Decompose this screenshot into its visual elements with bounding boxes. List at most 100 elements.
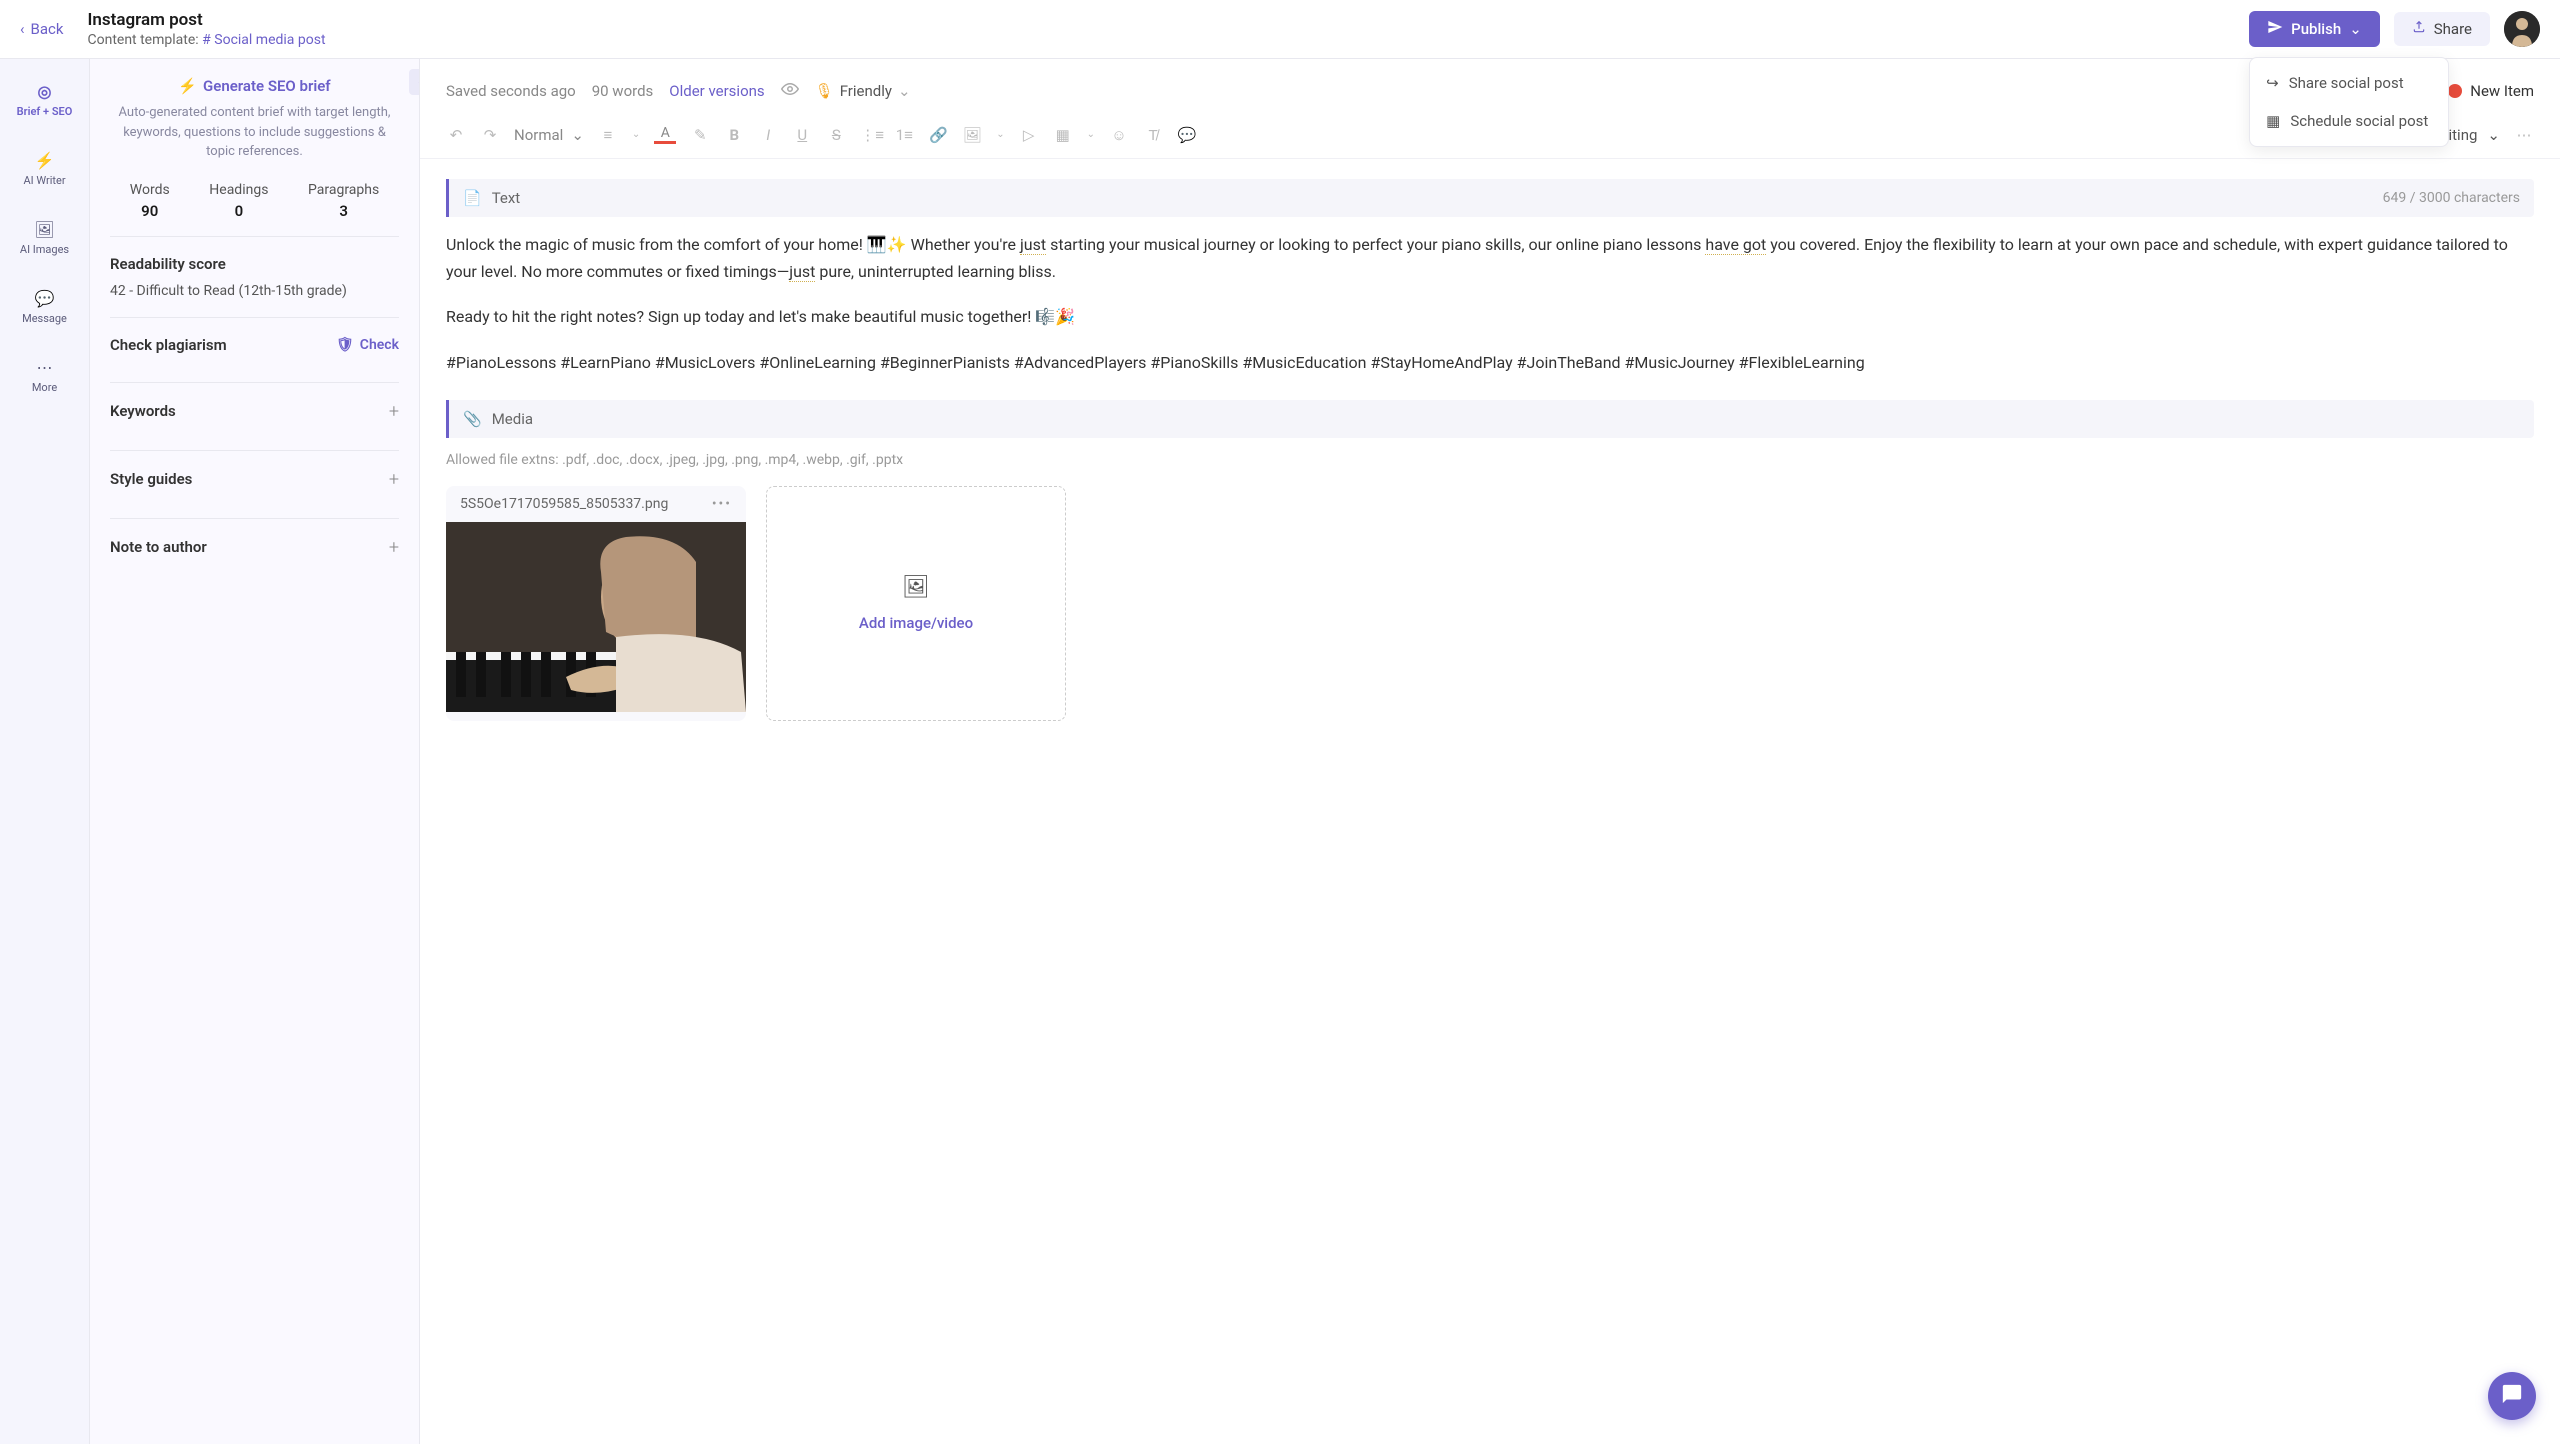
chevron-down-icon: ⌄ <box>2349 20 2362 38</box>
stats-row: Words 90 Headings 0 Paragraphs 3 <box>110 182 399 220</box>
media-filename: 5S5Oe1717059585_8505337.png <box>460 496 668 512</box>
plagiarism-label: Check plagiarism <box>110 336 227 354</box>
image-button[interactable]: 🖼 <box>962 126 982 144</box>
publish-label: Publish <box>2291 20 2341 38</box>
image-icon: 🖼 <box>902 575 930 600</box>
note-author-label: Note to author <box>110 538 207 556</box>
image-icon: 🖼 <box>35 219 55 239</box>
clear-format-button[interactable]: T̸ <box>1143 126 1163 144</box>
note-author-section: Note to author + <box>110 518 399 586</box>
template-link[interactable]: # Social media post <box>202 32 325 48</box>
share-label: Share <box>2434 20 2472 38</box>
page-title: Instagram post <box>87 10 2249 30</box>
rail-ai-images[interactable]: 🖼 AI Images <box>14 213 75 262</box>
title-block: Instagram post Content template: # Socia… <box>87 10 2249 48</box>
chat-widget-button[interactable] <box>2488 1372 2536 1420</box>
status-dot-icon <box>2448 84 2462 98</box>
left-rail: ◎ Brief + SEO ⚡ AI Writer 🖼 AI Images 💬 … <box>0 59 90 1444</box>
readability-section: Readability score 42 - Difficult to Read… <box>110 236 399 317</box>
undo-button[interactable]: ↶ <box>446 126 466 144</box>
chevron-down-icon: ⌄ <box>898 82 911 100</box>
rail-more[interactable]: ⋯ More <box>26 351 63 400</box>
preview-button[interactable] <box>781 80 799 102</box>
older-versions-link[interactable]: Older versions <box>669 82 764 100</box>
bullet-list-button[interactable]: ⋮≡ <box>860 126 880 144</box>
tone-select[interactable]: 🎙 Friendly ⌄ <box>815 82 911 100</box>
font-color-button[interactable]: A <box>654 125 676 144</box>
add-note-button[interactable]: + <box>389 537 399 558</box>
text-body[interactable]: Unlock the magic of music from the comfo… <box>446 231 2534 376</box>
align-button[interactable]: ≡ <box>598 126 618 144</box>
template-label: Content template: <box>87 32 198 48</box>
target-icon: ◎ <box>35 81 55 101</box>
style-guides-label: Style guides <box>110 470 192 488</box>
media-options-button[interactable]: ••• <box>712 496 732 512</box>
avatar[interactable] <box>2504 11 2540 47</box>
bolt-icon: ⚡ <box>178 77 197 95</box>
underline-button[interactable]: U <box>792 126 812 144</box>
media-thumbnail[interactable] <box>446 522 746 712</box>
schedule-social-post-item[interactable]: ▦ Schedule social post <box>2250 102 2448 140</box>
paragraph-1: Unlock the magic of music from the comfo… <box>446 231 2534 285</box>
share-arrow-icon: ↪ <box>2266 74 2279 92</box>
paragraph-2: Ready to hit the right notes? Sign up to… <box>446 303 2534 330</box>
publish-button[interactable]: Publish ⌄ <box>2249 11 2380 47</box>
strikethrough-button[interactable]: S <box>826 126 846 144</box>
text-block-header: 📄 Text 649 / 3000 characters <box>446 179 2534 217</box>
media-card: 5S5Oe1717059585_8505337.png ••• <box>446 486 746 721</box>
allowed-extensions: Allowed file extns: .pdf, .doc, .docx, .… <box>446 452 2534 468</box>
chevron-left-icon: ‹ <box>418 75 420 89</box>
style-guides-section: Style guides + <box>110 450 399 518</box>
add-keyword-button[interactable]: + <box>389 401 399 422</box>
more-toolbar-button[interactable]: ⋯ <box>2514 126 2534 144</box>
format-select[interactable]: Normal ⌄ <box>514 126 584 144</box>
word-count: 90 words <box>592 82 654 100</box>
check-plagiarism-button[interactable]: 🛡 Check <box>336 337 399 353</box>
comment-button[interactable]: 💬 <box>1177 126 1197 144</box>
bold-button[interactable]: B <box>724 126 744 144</box>
publish-dropdown: ↪ Share social post ▦ Schedule social po… <box>2249 57 2449 147</box>
back-button[interactable]: ‹ Back <box>20 20 63 38</box>
stat-paragraphs: Paragraphs 3 <box>308 182 379 220</box>
video-button[interactable]: ▷ <box>1019 126 1039 144</box>
char-count: 649 / 3000 characters <box>2383 190 2520 206</box>
chevron-down-icon: ⌄ <box>571 126 584 144</box>
media-filename-row: 5S5Oe1717059585_8505337.png ••• <box>446 486 746 522</box>
italic-button[interactable]: I <box>758 126 778 144</box>
add-media-button[interactable]: 🖼 Add image/video <box>766 486 1066 721</box>
table-button[interactable]: ▦ <box>1053 126 1073 144</box>
highlight-button[interactable]: ✎ <box>690 126 710 144</box>
topbar: ‹ Back Instagram post Content template: … <box>0 0 2560 59</box>
rail-ai-writer[interactable]: ⚡ AI Writer <box>17 144 71 193</box>
text-label: Text <box>492 189 521 207</box>
add-style-guide-button[interactable]: + <box>389 469 399 490</box>
chevron-down-icon: ⌄ <box>2487 126 2500 144</box>
content: 📄 Text 649 / 3000 characters Unlock the … <box>420 159 2560 741</box>
seo-brief: ⚡ Generate SEO brief Auto-generated cont… <box>110 77 399 162</box>
emoji-button[interactable]: ☺ <box>1109 126 1129 144</box>
chat-icon <box>2501 1383 2523 1409</box>
readability-value: 42 - Difficult to Read (12th-15th grade) <box>110 283 399 299</box>
share-social-post-item[interactable]: ↪ Share social post <box>2250 64 2448 102</box>
redo-button[interactable]: ↷ <box>480 126 500 144</box>
share-button[interactable]: Share <box>2394 12 2490 46</box>
attachment-icon: 📎 <box>463 410 482 428</box>
new-item-indicator[interactable]: New Item <box>2448 82 2534 100</box>
seo-brief-desc: Auto-generated content brief with target… <box>110 103 399 162</box>
numbered-list-button[interactable]: 1≡ <box>894 126 914 144</box>
sidebar: ‹ ⚡ Generate SEO brief Auto-generated co… <box>90 59 420 1444</box>
bolt-icon: ⚡ <box>34 150 54 170</box>
editor-header: Saved seconds ago 90 words Older version… <box>420 59 2560 117</box>
collapse-sidebar-button[interactable]: ‹ <box>409 69 420 95</box>
calendar-icon: ▦ <box>2266 112 2280 130</box>
rail-message[interactable]: 💬 Message <box>16 282 73 331</box>
hash-icon: # <box>202 32 211 48</box>
document-icon: 📄 <box>463 189 482 207</box>
link-button[interactable]: 🔗 <box>928 126 948 144</box>
mic-icon: 🎙 <box>815 82 834 100</box>
keywords-section: Keywords + <box>110 382 399 450</box>
saved-status: Saved seconds ago <box>446 82 576 100</box>
keywords-label: Keywords <box>110 402 176 420</box>
rail-brief-seo[interactable]: ◎ Brief + SEO <box>11 75 79 124</box>
seo-brief-title[interactable]: ⚡ Generate SEO brief <box>110 77 399 95</box>
